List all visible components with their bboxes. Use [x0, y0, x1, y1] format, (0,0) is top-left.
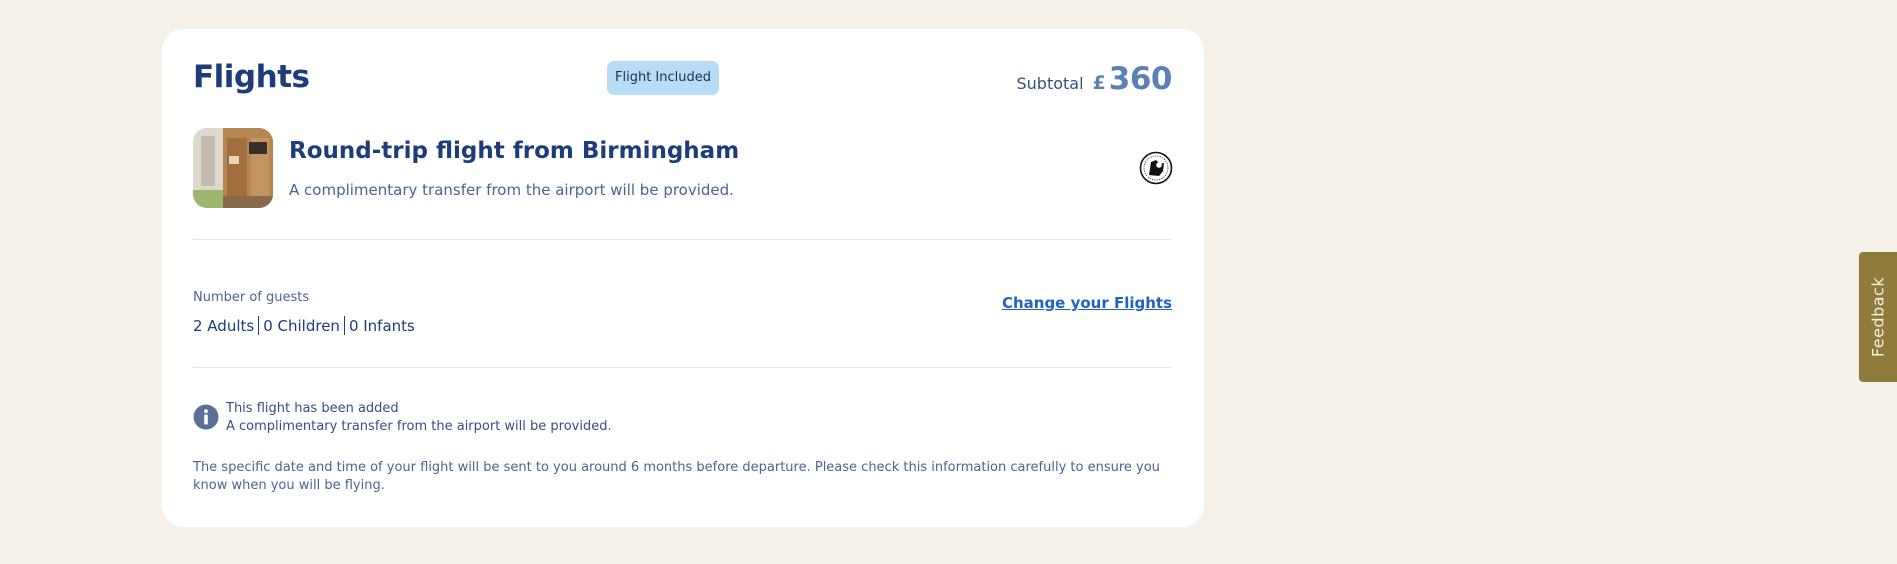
separator [343, 316, 345, 335]
divider [193, 239, 1171, 240]
flight-title: Round-trip flight from Birmingham [289, 138, 740, 164]
subtotal: Subtotal £ 360 [1017, 61, 1173, 97]
flight-description: A complimentary transfer from the airpor… [289, 181, 734, 199]
flights-card: Flights Flight Included Subtotal £ 360 R… [162, 29, 1204, 527]
departure-notice: The specific date and time of your fligh… [193, 460, 1160, 493]
subtotal-label: Subtotal [1016, 74, 1084, 93]
guests-label: Number of guests [193, 290, 310, 305]
guests-summary: 2 Adults 0 Children 0 Infants [193, 316, 415, 335]
flight-included-badge: Flight Included [607, 61, 719, 95]
children-count: 0 Children [263, 316, 340, 335]
divider [193, 367, 1171, 368]
room-photo-thumbnail [193, 128, 273, 208]
separator [258, 316, 260, 335]
infants-count: 0 Infants [348, 316, 415, 335]
change-flights-link[interactable]: Change your Flights [1002, 294, 1172, 312]
certification-seal-icon [1139, 151, 1173, 185]
currency-symbol: £ [1092, 72, 1106, 94]
info-icon [193, 404, 219, 430]
subtotal-amount: 360 [1108, 61, 1173, 97]
feedback-button[interactable]: Feedback [1859, 252, 1897, 382]
feedback-label: Feedback [1868, 276, 1888, 358]
info-title: This flight has been added [226, 401, 399, 416]
section-title: Flights [193, 59, 310, 95]
info-text: A complimentary transfer from the airpor… [226, 419, 612, 434]
adults-count: 2 Adults [193, 316, 255, 335]
